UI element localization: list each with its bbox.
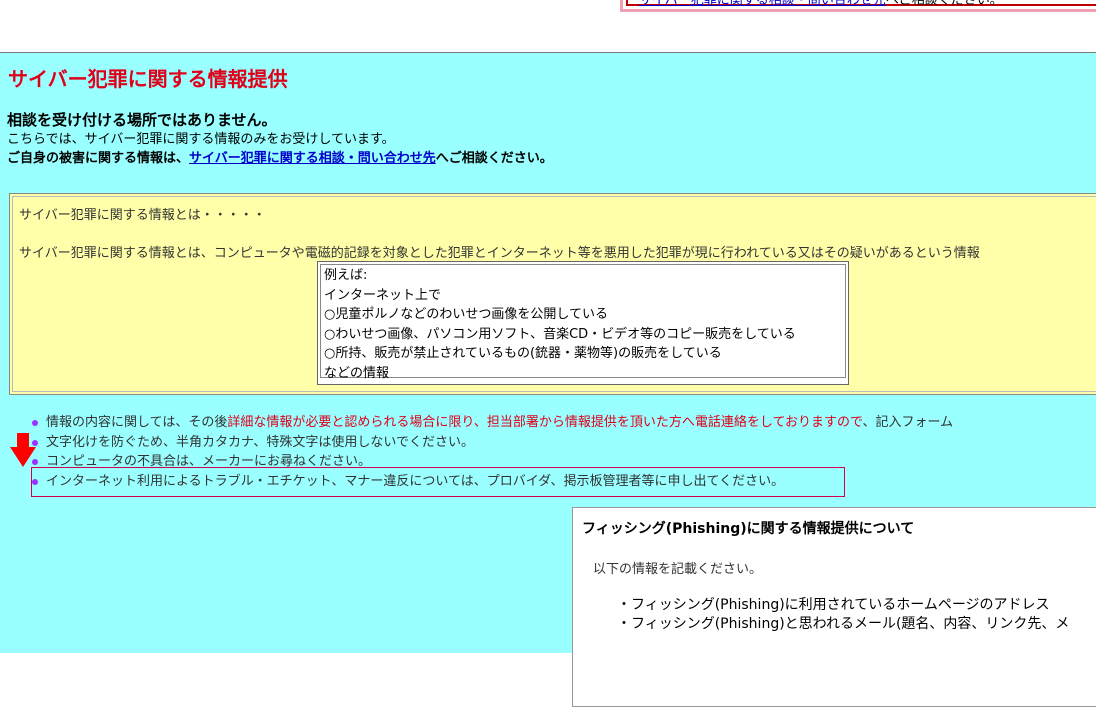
list-item: 情報の内容に関しては、その後詳細な情報が必要と認められる場合に限り、担当部署から…: [32, 413, 953, 433]
notice-block: 相談を受け付ける場所ではありません。 こちらでは、サイバー犯罪に関する情報のみを…: [7, 111, 553, 168]
phishing-items: ・フィッシング(Phishing)に利用されているホームページのアドレス ・フィ…: [617, 596, 1069, 634]
top-consult-link[interactable]: サイバー犯罪に関する相談・問い合わせ先: [639, 0, 886, 8]
definition-panel: サイバー犯罪に関する情報とは・・・・・ サイバー犯罪に関する情報とは、コンピュー…: [9, 193, 1096, 395]
phishing-panel: フィッシング(Phishing)に関する情報提供について 以下の情報を記載くださ…: [572, 507, 1096, 707]
list-item: 文字化けを防ぐため、半角カタカナ、特殊文字は使用しないでください。: [32, 433, 953, 453]
note-emphasis-text: 詳細な情報が必要と認められる場合に限り、担当部署から情報提供を頂いた方へ電話連絡…: [227, 415, 863, 430]
bullet-dot-icon: [32, 420, 38, 426]
red-down-arrow-icon: [10, 433, 36, 467]
example-line: 例えば:: [324, 268, 368, 283]
example-line: などの情報: [324, 365, 390, 381]
consult-contact-link[interactable]: サイバー犯罪に関する相談・問い合わせ先: [189, 151, 436, 166]
example-box: 例えば: インターネット上で ○児童ポルノなどのわいせつ画像を公開している ○わ…: [317, 261, 849, 385]
note-text-tail: 、記入フォーム: [862, 415, 954, 430]
notice-consult-prefix: ご自身の被害に関する情報は、: [7, 151, 190, 166]
list-item: ・フィッシング(Phishing)と思われるメール(題名、内容、リンク先、メ: [617, 616, 1070, 632]
top-partial-tail: へご相談ください。: [885, 0, 1003, 8]
example-line: インターネット上で: [324, 287, 442, 303]
example-line: ○児童ポルノなどのわいせつ画像を公開している: [324, 307, 608, 323]
note-text: 情報の内容に関しては、その後: [46, 415, 228, 430]
notice-consult-suffix: へご相談ください。: [435, 151, 553, 166]
highlight-box: [31, 467, 845, 497]
example-box-inner: 例えば: インターネット上で ○児童ポルノなどのわいせつ画像を公開している ○わ…: [320, 264, 846, 381]
definition-heading: サイバー犯罪に関する情報とは・・・・・: [19, 208, 266, 223]
example-line: ○わいせつ画像、パソコン用ソフト、音楽CD・ビデオ等のコピー販売をしている: [324, 326, 796, 342]
phishing-subtitle: 以下の情報を記載ください。: [593, 562, 763, 577]
notice-line-info-only: こちらでは、サイバー犯罪に関する情報のみをお受けしています。: [7, 132, 395, 147]
notice-line-consult: ご自身の被害に関する情報は、サイバー犯罪に関する相談・問い合わせ先へご相談くださ…: [7, 149, 553, 168]
page-title: サイバー犯罪に関する情報提供: [8, 67, 288, 91]
main-panel: サイバー犯罪に関する情報提供 相談を受け付ける場所ではありません。 こちらでは、…: [0, 52, 1096, 707]
top-partial-box: サイバー犯罪に関する相談・問い合わせ先へご相談ください。: [620, 0, 1096, 12]
definition-text: サイバー犯罪に関する情報とは、コンピュータや電磁的記録を対象とした犯罪とインター…: [19, 246, 980, 261]
list-item: ・フィッシング(Phishing)に利用されているホームページのアドレス: [617, 597, 1050, 613]
example-line: ○所持、販売が禁止されているもの(銃器・薬物等)の販売をしている: [324, 346, 722, 362]
phishing-title: フィッシング(Phishing)に関する情報提供について: [582, 521, 915, 537]
top-partial-text: サイバー犯罪に関する相談・問い合わせ先へご相談ください。: [639, 0, 1003, 8]
note-text: 文字化けを防ぐため、半角カタカナ、特殊文字は使用しないでください。: [46, 434, 474, 450]
notice-line-no-consultation: 相談を受け付ける場所ではありません。: [7, 111, 277, 129]
